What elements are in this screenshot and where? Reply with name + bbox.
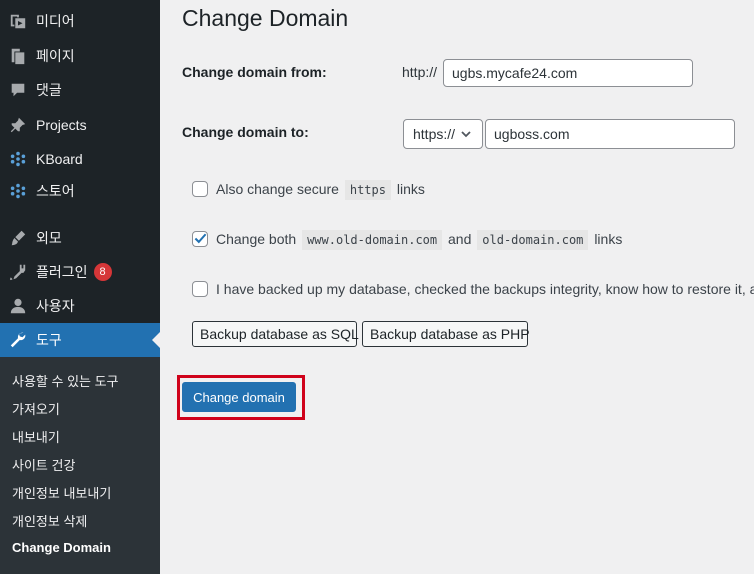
sidebar-item-label: Projects [36, 117, 87, 133]
sidebar-item-pages[interactable]: 페이지 [0, 39, 160, 73]
admin-sidebar: 미디어 페이지 댓글 Projects KBoard 스토어 외모 플러그인 8… [0, 0, 160, 574]
backup-confirm-checkbox[interactable] [192, 281, 208, 297]
sidebar-item-appearance[interactable]: 외모 [0, 221, 160, 255]
secure-links-label: Also change secure https links [216, 180, 425, 200]
submenu-item-erase-personal-data[interactable]: 개인정보 삭제 [12, 511, 87, 530]
secure-links-suffix: links [396, 181, 425, 197]
protocol-select-value: https:// [413, 126, 456, 142]
both-domains-label: Change both www.old-domain.com and old-d… [216, 230, 623, 250]
backup-sql-button[interactable]: Backup database as SQL [192, 321, 359, 347]
sidebar-item-comments[interactable]: 댓글 [0, 73, 160, 107]
sidebar-item-label: 플러그인 [36, 264, 88, 280]
sidebar-item-label: 도구 [36, 332, 62, 348]
both-domains-and: and [448, 231, 472, 247]
sidebar-item-label: 미디어 [36, 13, 75, 29]
sidebar-item-label: KBoard [36, 151, 83, 167]
secure-links-text: Also change secure [216, 181, 339, 197]
sidebar-item-label: 스토어 [36, 183, 75, 199]
sidebar-item-label: 사용자 [36, 298, 75, 314]
main-content: Change Domain Change domain from: http:/… [160, 0, 754, 574]
page-icon [0, 47, 36, 65]
submenu-item-site-health[interactable]: 사이트 건강 [12, 455, 75, 474]
sidebar-item-projects[interactable]: Projects [0, 108, 160, 142]
update-count-badge: 8 [93, 263, 112, 281]
bare-domain-code: old-domain.com [477, 230, 589, 250]
new-domain-input[interactable] [485, 119, 735, 149]
old-domain-input[interactable] [443, 59, 693, 87]
sidebar-item-users[interactable]: 사용자 [0, 289, 160, 323]
change-from-label: Change domain from: [182, 64, 327, 80]
sidebar-item-label: 페이지 [36, 48, 75, 64]
both-domains-checkbox[interactable] [192, 231, 208, 247]
comment-icon [0, 81, 36, 99]
submenu-item-export-personal-data[interactable]: 개인정보 내보내기 [12, 483, 111, 502]
submenu-item-change-domain[interactable]: Change Domain [12, 540, 111, 555]
www-domain-code: www.old-domain.com [302, 230, 443, 250]
change-domain-button[interactable]: Change domain [182, 382, 296, 412]
sidebar-item-kboard[interactable]: KBoard [0, 142, 160, 176]
sidebar-item-plugins[interactable]: 플러그인 8 [0, 255, 160, 289]
sidebar-item-label: 외모 [36, 230, 62, 246]
secure-links-checkbox[interactable] [192, 181, 208, 197]
sidebar-item-tools[interactable]: 도구 [0, 323, 160, 357]
backup-confirm-label: I have backed up my database, checked th… [216, 281, 754, 297]
https-code: https [344, 180, 391, 200]
sidebar-item-label: 댓글 [36, 82, 62, 98]
dots-icon [0, 182, 36, 200]
sidebar-item-media[interactable]: 미디어 [0, 4, 160, 38]
submenu-item-import[interactable]: 가져오기 [12, 399, 60, 418]
submenu-item-export[interactable]: 내보내기 [12, 427, 60, 446]
brush-icon [0, 229, 36, 247]
protocol-select[interactable]: https:// [403, 119, 483, 149]
active-menu-arrow [152, 332, 160, 348]
pin-icon [0, 116, 36, 134]
user-icon [0, 297, 36, 315]
backup-php-button[interactable]: Backup database as PHP [362, 321, 530, 347]
wrench-icon [0, 331, 36, 349]
both-domains-text: Change both [216, 231, 297, 247]
media-icon [0, 12, 36, 30]
checkmark-icon [194, 233, 207, 244]
sidebar-item-store[interactable]: 스토어 [0, 174, 160, 208]
both-domains-suffix: links [594, 231, 623, 247]
page-title: Change Domain [182, 5, 349, 31]
plugin-icon [0, 263, 36, 281]
submenu-item-available-tools[interactable]: 사용할 수 있는 도구 [12, 371, 119, 390]
chevron-down-icon [461, 131, 471, 138]
dots-icon [0, 150, 36, 168]
change-to-label: Change domain to: [182, 124, 309, 140]
http-prefix: http:// [402, 64, 438, 80]
tools-submenu: 사용할 수 있는 도구 가져오기 내보내기 사이트 건강 개인정보 내보내기 개… [0, 357, 160, 574]
